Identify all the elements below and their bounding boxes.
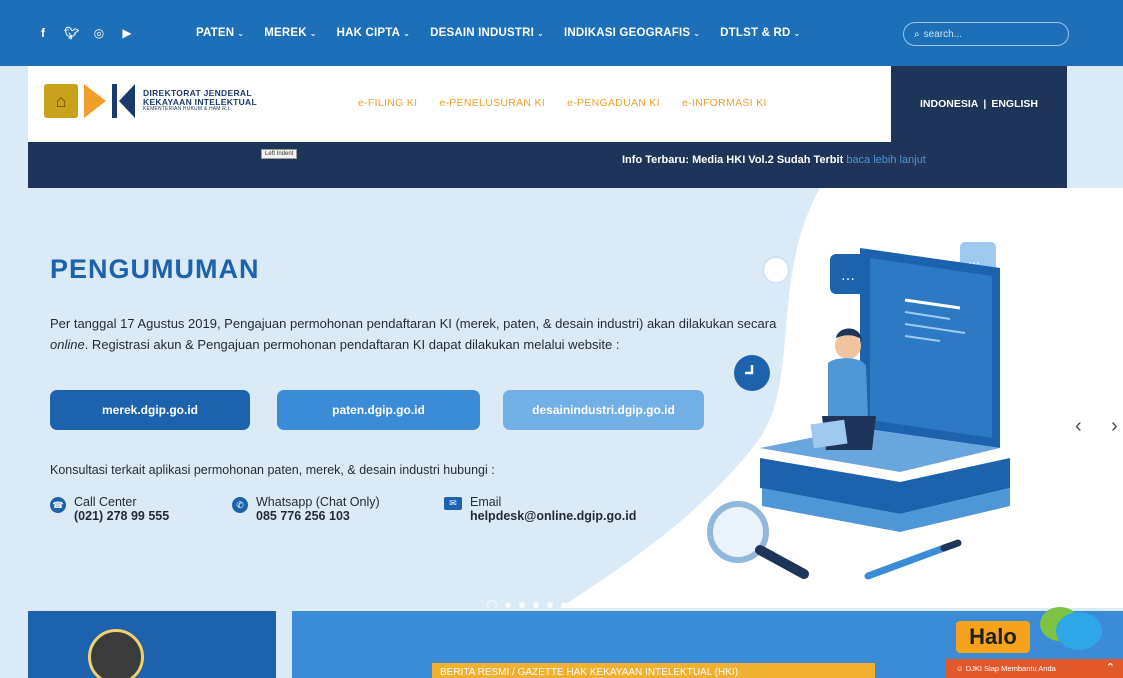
contact-email: ✉ Email helpdesk@online.dgip.go.id (444, 495, 636, 524)
language-switcher: INDONESIA | ENGLISH (891, 66, 1067, 142)
chevron-right-icon[interactable]: › (1111, 415, 1118, 438)
menu-label: DTLST & RD (720, 27, 791, 39)
profile-panel (28, 611, 276, 678)
chat-help-bar[interactable]: ☺︎ DJKI Siap Membantu Anda ⌃ (946, 659, 1123, 678)
menu-dtlst-rd[interactable]: DTLST & RD ⌄ (720, 27, 800, 39)
slider-pagination (487, 600, 567, 608)
link-e-filing[interactable]: e-FILING KI (358, 97, 417, 109)
contact-whatsapp: ✆ Whatsapp (Chat Only) 085 776 256 103 (232, 495, 380, 524)
instagram-icon[interactable]: ◎ (92, 26, 106, 40)
slide-dot[interactable] (547, 602, 553, 608)
link-e-informasi[interactable]: e-INFORMASI KI (682, 97, 767, 109)
dki-mark-icon (84, 84, 135, 118)
youtube-icon[interactable]: ▶ (120, 26, 134, 40)
contact-value[interactable]: (021) 278 99 555 (74, 509, 169, 524)
garuda-emblem-icon: ⌂ (44, 84, 78, 118)
slide-dot[interactable] (561, 602, 567, 608)
e-services-menu: e-FILING KI e-PENELUSURAN KI e-PENGADUAN… (358, 97, 767, 109)
chevron-down-icon: ⌄ (237, 29, 245, 38)
contact-label: Email (470, 495, 502, 509)
chat-bubble-icon[interactable] (1056, 612, 1102, 650)
read-more-link[interactable]: baca lebih lanjut (846, 154, 926, 166)
menu-label: HAK CIPTA (336, 27, 401, 39)
slide-dot[interactable] (533, 602, 539, 608)
chat-bar-text: DJKI Siap Membantu Anda (965, 664, 1056, 673)
link-e-pengaduan[interactable]: e-PENGADUAN KI (567, 97, 660, 109)
paten-website-button[interactable]: paten.dgip.go.id (277, 390, 480, 430)
tooltip: Left Indent (261, 149, 298, 159)
lang-english[interactable]: ENGLISH (991, 98, 1038, 110)
avatar (88, 629, 144, 678)
menu-merek[interactable]: MEREK ⌄ (264, 27, 316, 39)
top-navigation-bar: f 🐦︎ ◎ ▶ PATEN ⌄ MEREK ⌄ HAK CIPTA ⌄ DESAIN… (0, 0, 1123, 66)
menu-hak-cipta[interactable]: HAK CIPTA ⌄ (337, 27, 410, 39)
twitter-icon[interactable]: 🐦︎ (64, 26, 79, 40)
news-bar: Left Indent Info Terbaru: Media HKI Vol.… (28, 142, 1067, 188)
chevron-down-icon: ⌄ (793, 29, 801, 38)
contact-call-center: ☎ Call Center (021) 278 99 555 (50, 495, 169, 524)
facebook-icon[interactable]: f (36, 26, 50, 40)
menu-paten[interactable]: PATEN ⌄ (196, 27, 244, 39)
envelope-icon: ✉ (444, 497, 462, 510)
main-menu: PATEN ⌄ MEREK ⌄ HAK CIPTA ⌄ DESAIN INDUSTRI… (196, 27, 800, 39)
lang-indonesia[interactable]: INDONESIA (920, 98, 978, 110)
slide-dot[interactable] (519, 602, 525, 608)
chevron-left-icon[interactable]: ‹ (1075, 415, 1082, 438)
announcement-text-part-1: Per tanggal 17 Agustus 2019, Pengajuan p… (50, 316, 777, 331)
contact-label: Whatsapp (Chat Only) (256, 495, 380, 509)
contact-label: Call Center (74, 495, 137, 509)
menu-indikasi-geografis[interactable]: INDIKASI GEOGRAFIS ⌄ (564, 27, 700, 39)
desainindustri-website-button[interactable]: desainindustri.dgip.go.id (503, 390, 704, 430)
logo-text: DIREKTORAT JENDERAL KEKAYAAN INTELEKTUAL… (143, 89, 257, 112)
announcement-text-online: online (50, 337, 85, 352)
chevron-down-icon: ⌄ (537, 29, 544, 38)
news-label: Info Terbaru: Media HKI Vol.2 Sudah Terb… (622, 154, 844, 166)
djki-logo[interactable]: ⌂ DIREKTORAT JENDERAL KEKAYAAN INTELEKTU… (44, 84, 257, 118)
link-e-penelusuran[interactable]: e-PENELUSURAN KI (439, 97, 545, 109)
search-icon[interactable]: ⌕ (914, 29, 920, 40)
chevron-up-icon[interactable]: ⌃ (1106, 661, 1115, 674)
site-header: ⌂ DIREKTORAT JENDERAL KEKAYAAN INTELEKTU… (28, 66, 1067, 142)
hero-slider: … … PENGUMUMAN Per tanggal 17 Agustus 20… (0, 188, 1123, 608)
slide-dot[interactable] (487, 600, 497, 608)
logo-line-3: KEMENTERIAN HUKUM & HAM R.I. (143, 106, 231, 113)
announcement-text: Per tanggal 17 Agustus 2019, Pengajuan p… (50, 313, 780, 355)
announcement-text-part-2: . Registrasi akun & Pengajuan permohonan… (84, 337, 620, 352)
consultation-text: Konsultasi terkait aplikasi permohonan p… (50, 463, 495, 477)
menu-desain-industri[interactable]: DESAIN INDUSTRI ⌄ (430, 27, 544, 39)
announcement-title: PENGUMUMAN (50, 254, 260, 284)
menu-label: DESAIN INDUSTRI (430, 27, 535, 39)
contact-value[interactable]: helpdesk@online.dgip.go.id (470, 509, 636, 524)
lang-separator: | (983, 98, 987, 110)
whatsapp-icon: ✆ (232, 497, 248, 513)
chevron-down-icon: ⌄ (693, 29, 701, 38)
menu-label: PATEN (196, 27, 235, 39)
search-box: ⌕ (903, 22, 1069, 46)
social-links: f 🐦︎ ◎ ▶ (36, 26, 134, 40)
gazette-ticker[interactable]: BERITA RESMI / GAZETTE HAK KEKAYAAN INTE… (432, 663, 875, 678)
user-icon: ☺︎ (956, 664, 966, 673)
svg-text:…: … (841, 268, 855, 284)
menu-label: MEREK (264, 27, 307, 39)
halo-chat-button[interactable]: Halo (956, 621, 1030, 653)
search-input[interactable] (923, 28, 1054, 40)
merek-website-button[interactable]: merek.dgip.go.id (50, 390, 250, 430)
menu-label: INDIKASI GEOGRAFIS (563, 27, 691, 39)
latest-news: Info Terbaru: Media HKI Vol.2 Sudah Terb… (622, 154, 926, 166)
slide-dot[interactable] (505, 602, 511, 608)
contact-value[interactable]: 085 776 256 103 (256, 509, 380, 524)
chevron-down-icon: ⌄ (403, 29, 411, 38)
headset-icon: ☎ (50, 497, 66, 513)
chevron-down-icon: ⌄ (309, 29, 317, 38)
